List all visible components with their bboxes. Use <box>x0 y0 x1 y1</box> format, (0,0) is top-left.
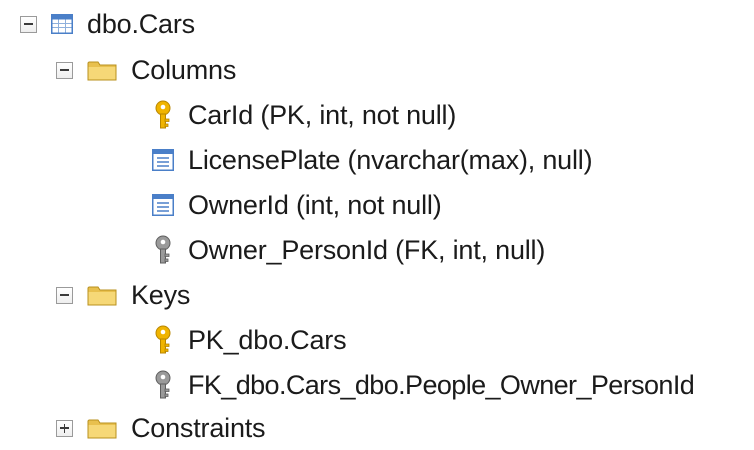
tree-node-label: CarId (PK, int, not null) <box>188 100 457 130</box>
folder-icon <box>87 417 117 439</box>
collapse-icon[interactable] <box>20 15 37 33</box>
tree-node-column-ownerid[interactable]: OwnerId (int, not null) <box>152 183 442 227</box>
tree-node-column-carid[interactable]: CarId (PK, int, not null) <box>152 93 456 137</box>
object-explorer-tree: dbo.Cars Columns CarId (PK, int, not nul… <box>0 0 754 446</box>
tree-node-constraints-folder[interactable]: Constraints <box>56 406 266 450</box>
tree-node-key-fk[interactable]: FK_dbo.Cars_dbo.People_Owner_PersonId <box>152 363 695 407</box>
column-icon <box>152 194 174 216</box>
primary-key-icon <box>152 325 174 355</box>
tree-node-label: PK_dbo.Cars <box>188 325 347 355</box>
tree-node-column-licenseplate[interactable]: LicensePlate (nvarchar(max), null) <box>152 138 593 182</box>
primary-key-icon <box>152 100 174 130</box>
tree-node-table-cars[interactable]: dbo.Cars <box>20 2 195 46</box>
tree-node-label: FK_dbo.Cars_dbo.People_Owner_PersonId <box>188 370 695 400</box>
foreign-key-icon <box>152 235 174 265</box>
tree-node-label: Keys <box>131 280 191 310</box>
tree-node-label: dbo.Cars <box>87 9 195 39</box>
column-icon <box>152 149 174 171</box>
tree-node-label: OwnerId (int, not null) <box>188 190 442 220</box>
expand-icon[interactable] <box>56 419 73 437</box>
collapse-icon[interactable] <box>56 286 73 304</box>
folder-icon <box>87 59 117 81</box>
tree-node-keys-folder[interactable]: Keys <box>56 273 190 317</box>
folder-icon <box>87 284 117 306</box>
tree-node-label: Owner_PersonId (FK, int, null) <box>188 235 546 265</box>
table-icon <box>51 14 73 34</box>
tree-node-label: LicensePlate (nvarchar(max), null) <box>188 145 593 175</box>
tree-node-column-owner-personid[interactable]: Owner_PersonId (FK, int, null) <box>152 228 545 272</box>
tree-node-label: Columns <box>131 55 237 85</box>
tree-node-columns-folder[interactable]: Columns <box>56 48 236 92</box>
tree-node-key-pk[interactable]: PK_dbo.Cars <box>152 318 347 362</box>
foreign-key-icon <box>152 370 174 400</box>
tree-node-label: Constraints <box>131 413 266 443</box>
collapse-icon[interactable] <box>56 61 73 79</box>
